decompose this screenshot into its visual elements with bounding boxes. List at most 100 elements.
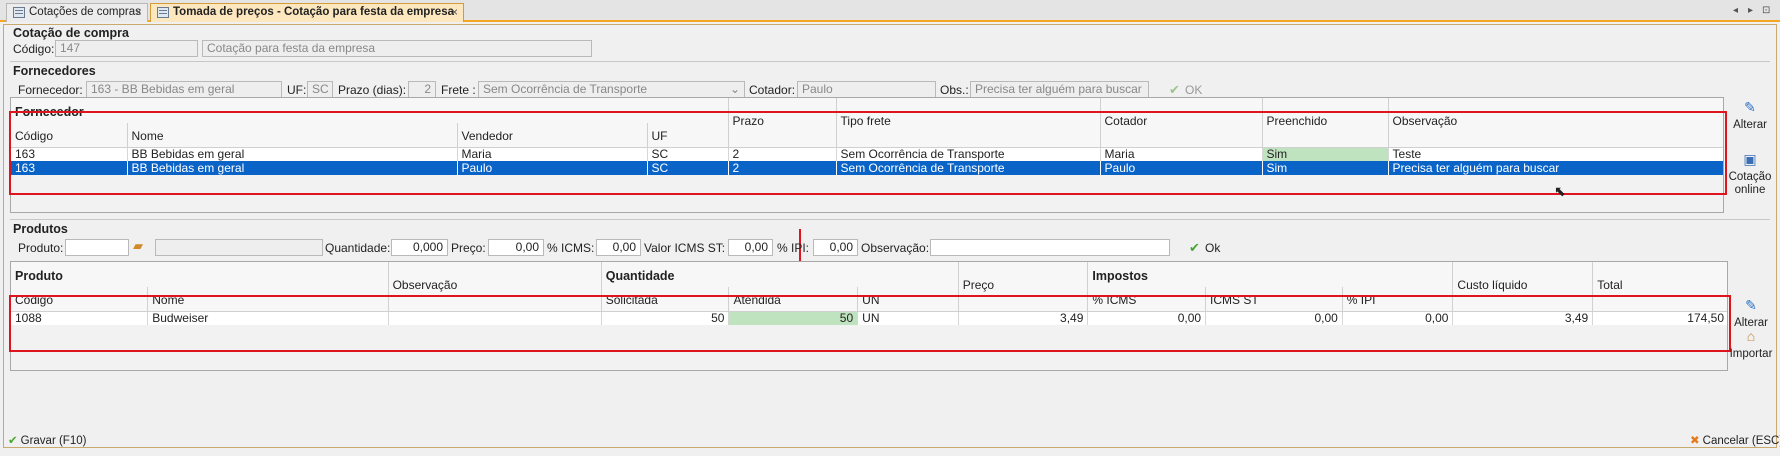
col-header-tipo-frete[interactable]: Tipo frete bbox=[836, 98, 1101, 148]
check-icon: ✔ bbox=[1189, 240, 1200, 255]
cell-codigo: 163 bbox=[11, 147, 128, 161]
search-folder-icon[interactable]: ▰ bbox=[133, 238, 143, 254]
cotador-label: Cotador: bbox=[749, 83, 796, 97]
col-header-icms-st[interactable]: ICMS ST bbox=[1205, 287, 1343, 312]
tab-prev-icon[interactable]: ◂ bbox=[1733, 5, 1738, 16]
fornecedor-label: Fornecedor: bbox=[18, 83, 83, 97]
preco-field[interactable]: 0,00 bbox=[488, 239, 544, 256]
check-icon: ✔ bbox=[8, 435, 18, 447]
cell-cotador: Maria bbox=[1100, 147, 1263, 161]
produto-label: Produto: bbox=[18, 241, 64, 255]
col-header-nome[interactable]: Nome bbox=[127, 123, 458, 148]
cell-icms: 0,00 bbox=[1087, 311, 1207, 325]
col-header-prazo[interactable]: Prazo bbox=[728, 98, 837, 148]
frete-label: Frete : bbox=[441, 83, 476, 97]
code-label: Código: bbox=[13, 42, 55, 56]
cell-preco: 3,49 bbox=[958, 311, 1089, 325]
produto-nome-field[interactable] bbox=[155, 239, 323, 256]
obs-field[interactable]: Precisa ter alguém para buscar bbox=[970, 81, 1149, 98]
tab-label: Tomada de preços - Cotação para festa da… bbox=[173, 6, 454, 18]
group-header-impostos: Impostos bbox=[1087, 262, 1454, 287]
col-header-codigo[interactable]: Código bbox=[11, 287, 149, 312]
frete-select-value: Sem Ocorrência de Transporte bbox=[483, 82, 648, 96]
section-title-cotacao: Cotação de compra bbox=[13, 26, 130, 40]
col-header-uf[interactable]: UF bbox=[647, 123, 729, 148]
col-header-nome[interactable]: Nome bbox=[147, 287, 389, 312]
table-row[interactable]: 163 BB Bebidas em geral Maria SC 2 Sem O… bbox=[11, 147, 1723, 161]
cell-vendedor: Paulo bbox=[457, 161, 648, 175]
group-header-produto: Produto bbox=[11, 262, 389, 287]
cell-prazo: 2 bbox=[728, 147, 837, 161]
prazo-field[interactable]: 2 bbox=[408, 81, 436, 98]
col-header-total[interactable]: Total bbox=[1592, 262, 1727, 312]
produto-ok-button[interactable]: ✔ Ok bbox=[1189, 240, 1221, 255]
col-header-observacao[interactable]: Observação bbox=[1388, 98, 1723, 148]
cell-vendedor: Maria bbox=[457, 147, 648, 161]
fornecedor-grid[interactable]: Fornecedor Prazo Tipo frete Cotador Pree… bbox=[10, 97, 1724, 213]
cell-tipo-frete: Sem Ocorrência de Transporte bbox=[836, 147, 1101, 161]
uf-field[interactable]: SC bbox=[307, 81, 333, 98]
col-header-vendedor[interactable]: Vendedor bbox=[457, 123, 648, 148]
footer-bar: ✔ Gravar (F10) ✖ Cancelar (ESC) bbox=[4, 429, 1780, 449]
description-field[interactable]: Cotação para festa da empresa bbox=[202, 40, 592, 57]
produto-alterar-button[interactable]: ✎ Alterar bbox=[1727, 298, 1775, 330]
cell-nome: BB Bebidas em geral bbox=[127, 161, 458, 175]
tab-next-icon[interactable]: ▸ bbox=[1748, 5, 1753, 16]
cell-observacao: Teste bbox=[1388, 147, 1723, 161]
produtos-grid[interactable]: Produto Observação Quantidade Preço Impo… bbox=[10, 261, 1728, 371]
table-row[interactable]: 1088 Budweiser 50 50 UN 3,49 0,00 0,00 0… bbox=[11, 311, 1727, 325]
gravar-label: Gravar (F10) bbox=[20, 435, 87, 447]
preco-label: Preço: bbox=[451, 241, 486, 255]
importar-button[interactable]: ⌂ Importar bbox=[1727, 328, 1775, 361]
cancelar-button[interactable]: ✖ Cancelar (ESC) bbox=[1690, 433, 1780, 447]
frete-select[interactable]: Sem Ocorrência de Transporte ⌄ bbox=[478, 81, 745, 98]
col-header-custo-liquido[interactable]: Custo líquido bbox=[1452, 262, 1594, 312]
check-icon: ✔ bbox=[1169, 82, 1180, 97]
ipi-field[interactable]: 0,00 bbox=[813, 239, 858, 256]
divider bbox=[10, 61, 1770, 62]
observacao-field[interactable] bbox=[930, 239, 1170, 256]
col-header-preenchido[interactable]: Preenchido bbox=[1262, 98, 1389, 148]
chevron-down-icon[interactable]: ⌄ bbox=[730, 82, 740, 97]
cell-icms-st: 0,00 bbox=[1205, 311, 1343, 325]
import-icon: ⌂ bbox=[1746, 328, 1756, 344]
cell-custo-liquido: 3,49 bbox=[1452, 311, 1594, 325]
tab-label: Cotações de compras bbox=[29, 6, 141, 18]
cell-uf: SC bbox=[647, 161, 729, 175]
col-header-ipi[interactable]: % IPI bbox=[1342, 287, 1454, 312]
quantidade-label: Quantidade: bbox=[325, 241, 391, 255]
col-header-observacao[interactable]: Observação bbox=[388, 262, 602, 312]
produto-field[interactable] bbox=[65, 239, 129, 256]
cell-cotador: Paulo bbox=[1100, 161, 1263, 175]
col-header-atendida[interactable]: Atendida bbox=[728, 287, 859, 312]
tab-cotacoes-de-compras[interactable]: Cotações de compras × bbox=[6, 3, 148, 22]
ok-label: Ok bbox=[1205, 241, 1221, 255]
fornecedor-alterar-button[interactable]: ✎ Alterar bbox=[1726, 99, 1774, 132]
table-row-selected[interactable]: 163 BB Bebidas em geral Paulo SC 2 Sem O… bbox=[11, 161, 1723, 175]
close-icon[interactable]: × bbox=[451, 4, 458, 21]
pencil-icon: ✎ bbox=[1744, 99, 1756, 115]
fornecedor-ok-button[interactable]: ✔ OK bbox=[1169, 82, 1202, 97]
tab-menu-icon[interactable]: ⊡ bbox=[1762, 5, 1770, 16]
code-field[interactable]: 147 bbox=[55, 40, 198, 57]
col-header-un[interactable]: UN bbox=[857, 287, 959, 312]
valor-icms-st-field[interactable]: 0,00 bbox=[728, 239, 773, 256]
quantidade-field[interactable]: 0,000 bbox=[391, 239, 448, 256]
form-icon bbox=[157, 7, 169, 18]
icms-field[interactable]: 0,00 bbox=[596, 239, 641, 256]
col-header-preco[interactable]: Preço bbox=[958, 262, 1089, 312]
col-header-icms[interactable]: % ICMS bbox=[1087, 287, 1207, 312]
fornecedor-field[interactable]: 163 - BB Bebidas em geral bbox=[86, 81, 282, 98]
main-panel: Cotação de compra Código: 147 Cotação pa… bbox=[3, 24, 1780, 449]
cotador-field[interactable]: Paulo bbox=[797, 81, 936, 98]
col-header-codigo[interactable]: Código bbox=[11, 123, 128, 148]
col-header-cotador[interactable]: Cotador bbox=[1100, 98, 1263, 148]
cell-solicitada: 50 bbox=[601, 311, 730, 325]
gravar-button[interactable]: ✔ Gravar (F10) bbox=[8, 433, 86, 447]
tab-tomada-de-precos[interactable]: Tomada de preços - Cotação para festa da… bbox=[150, 3, 464, 22]
cell-observacao: Precisa ter alguém para buscar bbox=[1388, 161, 1723, 175]
cell-nome: BB Bebidas em geral bbox=[127, 147, 458, 161]
col-header-solicitada[interactable]: Solicitada bbox=[601, 287, 730, 312]
cotacao-online-button[interactable]: ▣ Cotação online bbox=[1726, 152, 1774, 197]
close-icon[interactable]: × bbox=[135, 4, 142, 21]
